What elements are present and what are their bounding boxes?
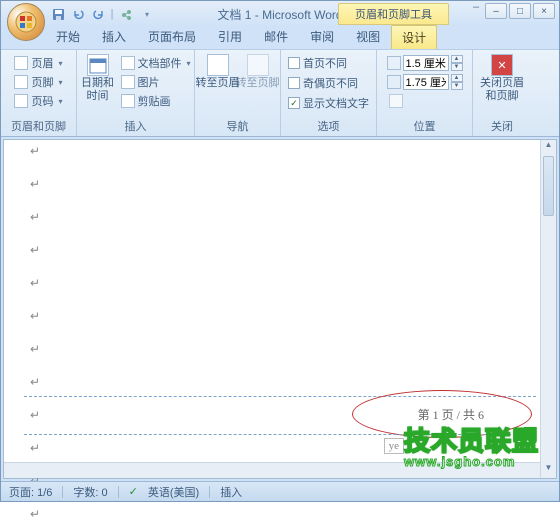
- group-header-footer-label: 页眉和页脚: [5, 117, 72, 136]
- goto-footer-label: 转至页脚: [236, 77, 280, 90]
- pagenum-icon: [14, 94, 28, 108]
- margin-top-icon: [387, 56, 401, 70]
- clipart-button[interactable]: 剪贴画: [119, 92, 193, 110]
- footer-button[interactable]: 页脚▾: [12, 73, 64, 91]
- picture-button[interactable]: 图片: [119, 73, 193, 91]
- goto-header-button[interactable]: 转至页眉: [199, 52, 237, 92]
- status-page[interactable]: 页面: 1/6: [9, 484, 52, 500]
- status-language[interactable]: 英语(美国): [148, 484, 199, 500]
- tab-align-icon: [389, 94, 403, 108]
- show-doc-checkbox[interactable]: ✓显示文档文字: [288, 95, 369, 111]
- footer-from-bottom-spinner[interactable]: ▲▼: [387, 74, 463, 90]
- status-separator: [118, 486, 119, 498]
- group-position-label: 位置: [381, 117, 468, 136]
- header-from-top-spinner[interactable]: ▲▼: [387, 55, 463, 71]
- close-x-icon: ✕: [491, 54, 513, 76]
- quick-access-toolbar: | ▾: [49, 5, 155, 23]
- footer-input-box[interactable]: ye: [384, 438, 404, 454]
- maximize-button[interactable]: □: [509, 3, 531, 19]
- status-separator: [209, 486, 210, 498]
- clipart-icon: [121, 94, 135, 108]
- horizontal-scrollbar[interactable]: [4, 462, 540, 478]
- contextual-tool-label: 页眉和页脚工具: [338, 3, 449, 25]
- document-area[interactable]: ↵↵↵ ↵↵↵ ↵↵↵ ↵↵↵ 第 1 页 / 共 6 ye ▲ ▼: [3, 139, 557, 479]
- datetime-button[interactable]: 日期和 时间: [79, 52, 117, 104]
- header-icon: [14, 56, 28, 70]
- spin-down-icon[interactable]: ▼: [451, 63, 463, 71]
- scroll-up-icon[interactable]: ▲: [541, 140, 556, 155]
- close-hf-label: 关闭页眉 和页脚: [480, 77, 524, 102]
- goto-footer-icon: [247, 54, 269, 76]
- header-top-input[interactable]: [403, 55, 449, 71]
- diff-oddeven-label: 奇偶页不同: [303, 75, 358, 91]
- qat-save-icon[interactable]: [49, 5, 67, 23]
- status-words[interactable]: 字数: 0: [73, 484, 107, 500]
- diff-first-label: 首页不同: [303, 55, 347, 71]
- header-button[interactable]: 页眉▾: [12, 54, 64, 72]
- page-break-line: [24, 434, 536, 435]
- checkbox-icon: [288, 77, 300, 89]
- qat-divider: |: [109, 5, 115, 23]
- header-label: 页眉: [31, 55, 53, 71]
- pagenum-label: 页码: [31, 93, 53, 109]
- qat-more-icon[interactable]: ▾: [137, 5, 155, 23]
- qat-extra-icon[interactable]: [117, 5, 135, 23]
- goto-footer-button[interactable]: 转至页脚: [239, 52, 277, 92]
- show-doc-label: 显示文档文字: [303, 95, 369, 111]
- footer-bottom-input[interactable]: [403, 74, 449, 90]
- diff-first-checkbox[interactable]: 首页不同: [288, 55, 369, 71]
- close-header-footer-button[interactable]: ✕关闭页眉 和页脚: [477, 52, 527, 104]
- qat-undo-icon[interactable]: [69, 5, 87, 23]
- ribbon: 页眉▾ 页脚▾ 页码▾ 页眉和页脚 日期和 时间 文档部件▾ 图片 剪贴画 插入: [1, 49, 559, 137]
- scroll-down-icon[interactable]: ▼: [541, 463, 556, 478]
- group-insert-label: 插入: [81, 117, 190, 136]
- insert-align-tab-button[interactable]: [387, 93, 463, 109]
- spin-up-icon[interactable]: ▲: [451, 74, 463, 82]
- pagenum-button[interactable]: 页码▾: [12, 92, 64, 110]
- picture-icon: [121, 75, 135, 89]
- tab-view[interactable]: 视图: [345, 24, 391, 49]
- spin-up-icon[interactable]: ▲: [451, 55, 463, 63]
- goto-header-label: 转至页眉: [196, 77, 240, 90]
- qat-redo-icon[interactable]: [89, 5, 107, 23]
- minimize-button[interactable]: –: [485, 3, 507, 19]
- tab-design[interactable]: 设计: [391, 25, 437, 49]
- tab-home[interactable]: 开始: [45, 24, 91, 49]
- datetime-label: 日期和 时间: [81, 77, 114, 102]
- tab-review[interactable]: 审阅: [299, 24, 345, 49]
- calendar-icon: [87, 54, 109, 76]
- group-close-label: 关闭: [477, 117, 527, 136]
- status-bar: 页面: 1/6 字数: 0 ✓ 英语(美国) 插入: [1, 481, 559, 501]
- footer-label: 页脚: [31, 74, 53, 90]
- tab-page-layout[interactable]: 页面布局: [137, 24, 207, 49]
- status-mode[interactable]: 插入: [220, 484, 242, 500]
- ribbon-tabs: 开始 插入 页面布局 引用 邮件 审阅 视图 设计: [1, 27, 559, 49]
- spin-down-icon[interactable]: ▼: [451, 82, 463, 90]
- office-button[interactable]: [7, 3, 45, 41]
- docparts-icon: [121, 56, 135, 70]
- annotation-ellipse: [352, 390, 532, 438]
- group-options-label: 选项: [285, 117, 372, 136]
- tab-references[interactable]: 引用: [207, 24, 253, 49]
- margin-bottom-icon: [387, 75, 401, 89]
- tab-insert[interactable]: 插入: [91, 24, 137, 49]
- clipart-label: 剪贴画: [138, 93, 171, 109]
- docparts-button[interactable]: 文档部件▾: [119, 54, 193, 72]
- docparts-label: 文档部件: [138, 55, 182, 71]
- checkbox-icon: [288, 57, 300, 69]
- diff-oddeven-checkbox[interactable]: 奇偶页不同: [288, 75, 369, 91]
- window-title: 文档 1 - Microsoft Word: [217, 6, 342, 23]
- close-button[interactable]: ×: [533, 3, 555, 19]
- picture-label: 图片: [138, 74, 160, 90]
- spellcheck-icon[interactable]: ✓: [129, 485, 138, 498]
- checkbox-checked-icon: ✓: [288, 97, 300, 109]
- scroll-thumb[interactable]: [543, 156, 554, 216]
- status-separator: [62, 486, 63, 498]
- vertical-scrollbar[interactable]: ▲ ▼: [540, 140, 556, 478]
- group-nav-label: 导航: [199, 117, 276, 136]
- goto-header-icon: [207, 54, 229, 76]
- footer-icon: [14, 75, 28, 89]
- tab-mailings[interactable]: 邮件: [253, 24, 299, 49]
